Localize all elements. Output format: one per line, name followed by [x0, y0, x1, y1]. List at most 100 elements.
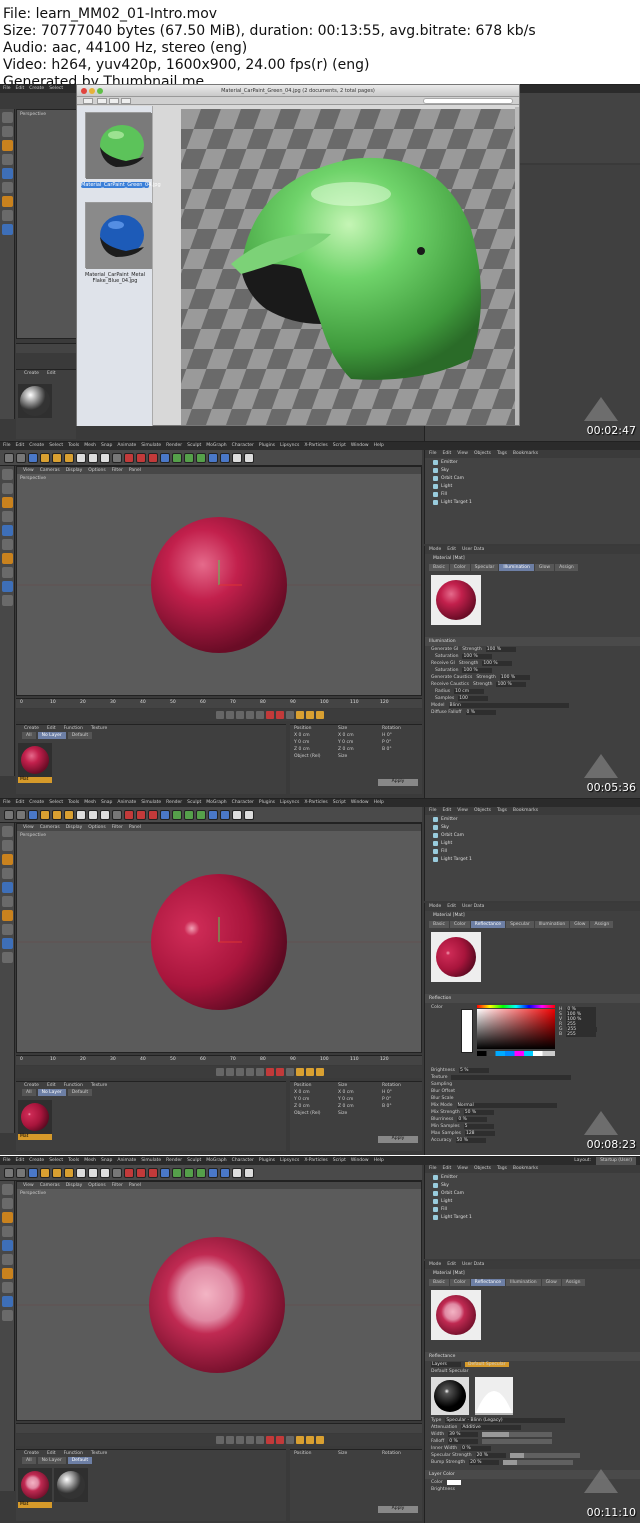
menu-item[interactable]: Create	[29, 85, 44, 93]
menu-item[interactable]: Tools	[68, 1157, 79, 1165]
material-swatch-label[interactable]: Mat	[18, 1134, 52, 1140]
tab-basic[interactable]: Basic	[429, 564, 449, 571]
material-menu-item[interactable]: Edit	[47, 1450, 56, 1457]
object-menu-item[interactable]: Edit	[443, 450, 452, 458]
object-row[interactable]: Sky	[425, 1181, 640, 1189]
render-view-icon[interactable]	[136, 1167, 146, 1178]
tool-icon[interactable]	[2, 1198, 13, 1209]
menu-item[interactable]: MoGraph	[206, 1157, 226, 1165]
object-row[interactable]: Sky	[425, 466, 640, 474]
viewport-menu-item[interactable]: Filter	[112, 824, 123, 831]
menu-item[interactable]: MoGraph	[206, 442, 226, 450]
menu-item[interactable]: Simulate	[141, 442, 161, 450]
play-icon[interactable]	[236, 711, 244, 719]
menu-item[interactable]: Render	[166, 442, 182, 450]
camera-icon[interactable]	[232, 1167, 242, 1178]
menu-item[interactable]: Sculpt	[187, 1157, 201, 1165]
tool-icon[interactable]	[2, 896, 13, 907]
material-swatch[interactable]	[18, 743, 52, 777]
timeline[interactable]	[16, 1423, 422, 1433]
tool-icon[interactable]	[2, 168, 13, 179]
color-presets[interactable]	[477, 1051, 555, 1056]
keyframe-icon[interactable]	[286, 711, 294, 719]
tool-icon[interactable]	[2, 581, 13, 592]
viewport-menu-item[interactable]: Cameras	[40, 1182, 60, 1189]
prev-frame-icon[interactable]	[226, 711, 234, 719]
viewport-menu-item[interactable]: Options	[88, 824, 105, 831]
material-tab[interactable]: All	[22, 1089, 36, 1096]
floor-icon[interactable]	[220, 1167, 230, 1178]
menu-item[interactable]: Plugins	[259, 442, 275, 450]
tool-icon[interactable]	[2, 553, 13, 564]
tool-icon[interactable]	[2, 882, 13, 893]
tool-icon[interactable]	[2, 1212, 13, 1223]
select-icon[interactable]	[16, 809, 26, 820]
tool-icon[interactable]	[2, 854, 13, 865]
tool-icon[interactable]	[2, 525, 13, 536]
coord-field[interactable]: Z 0 cm	[294, 1104, 330, 1109]
illum-value[interactable]: 10 cm	[454, 689, 485, 694]
spec-value[interactable]: 20 %	[469, 1460, 500, 1465]
tab-reflectance[interactable]: Reflectance	[470, 1279, 506, 1286]
undo-icon[interactable]	[4, 1167, 14, 1178]
tool-icon[interactable]	[2, 1240, 13, 1251]
menu-item[interactable]: Edit	[16, 1157, 25, 1165]
viewport-menu-item[interactable]: Panel	[129, 467, 141, 474]
attribute-menu-item[interactable]: Mode	[429, 1261, 441, 1269]
menu-item[interactable]: Lipsyncs	[280, 442, 299, 450]
material-swatch[interactable]	[18, 384, 52, 418]
material-menu-item[interactable]: Texture	[91, 1450, 107, 1457]
viewport-menu-item[interactable]: Cameras	[40, 824, 60, 831]
coord-field[interactable]: Z 0 cm	[338, 1104, 374, 1109]
rotate-icon[interactable]	[52, 809, 62, 820]
illum-value[interactable]: 100 %	[462, 654, 493, 659]
z-axis-icon[interactable]	[100, 452, 110, 463]
menu-item[interactable]: Animate	[117, 799, 136, 807]
menu-item[interactable]: X-Particles	[304, 1157, 327, 1165]
autokey-icon[interactable]	[276, 711, 284, 719]
object-row[interactable]: Light	[425, 482, 640, 490]
timeline[interactable]	[16, 343, 76, 353]
deformer-icon[interactable]	[208, 1167, 218, 1178]
menu-item[interactable]: Lipsyncs	[280, 799, 299, 807]
camera-icon[interactable]	[232, 452, 242, 463]
object-row[interactable]: Fill	[425, 847, 640, 855]
object-row[interactable]: Emitter	[425, 1173, 640, 1181]
spec-value[interactable]: 0 %	[461, 1446, 492, 1451]
tool-icon[interactable]	[2, 1296, 13, 1307]
tool-icon[interactable]	[2, 868, 13, 879]
spec-slider[interactable]	[482, 1439, 553, 1444]
deformer-icon[interactable]	[208, 452, 218, 463]
coord-field[interactable]: X 0 cm	[294, 1090, 330, 1095]
tool-icon[interactable]	[2, 210, 13, 221]
light-icon[interactable]	[244, 452, 254, 463]
light-icon[interactable]	[244, 1167, 254, 1178]
viewport-menu-item[interactable]: View	[23, 1182, 34, 1189]
tab-specular[interactable]: Specular	[470, 564, 499, 571]
select-icon[interactable]	[16, 1167, 26, 1178]
spec-slider[interactable]	[509, 1453, 580, 1458]
color-swatch[interactable]	[461, 1009, 473, 1053]
timeline[interactable]: 0 10 20 30 40 50 60 70 80 90 100 110 120	[16, 698, 422, 708]
reflection-value[interactable]: 0 %	[457, 1117, 488, 1122]
menu-item[interactable]: File	[3, 442, 11, 450]
go-end-icon[interactable]	[256, 711, 264, 719]
material-menu-item[interactable]: Create	[24, 1450, 39, 1457]
attribute-menu-item[interactable]: Edit	[447, 546, 456, 554]
menu-item[interactable]: Edit	[16, 85, 25, 93]
tool-icon[interactable]	[2, 126, 13, 137]
next-frame-icon[interactable]	[246, 711, 254, 719]
tool-icon[interactable]	[2, 910, 13, 921]
tab-glow[interactable]: Glow	[541, 1279, 561, 1286]
material-tab[interactable]: No Layer	[37, 1457, 66, 1464]
attribute-menu-item[interactable]: User Data	[462, 1261, 484, 1269]
tool-icon[interactable]	[2, 595, 13, 606]
coord-field[interactable]: P 0°	[382, 740, 418, 745]
apply-button[interactable]: Apply	[378, 779, 418, 786]
object-row[interactable]: Light Target 1	[425, 1213, 640, 1221]
go-start-icon[interactable]	[216, 711, 224, 719]
scale-icon[interactable]	[40, 452, 50, 463]
key-rot-icon[interactable]	[316, 1436, 324, 1444]
menu-item[interactable]: X-Particles	[304, 442, 327, 450]
tool-icon[interactable]	[2, 567, 13, 578]
